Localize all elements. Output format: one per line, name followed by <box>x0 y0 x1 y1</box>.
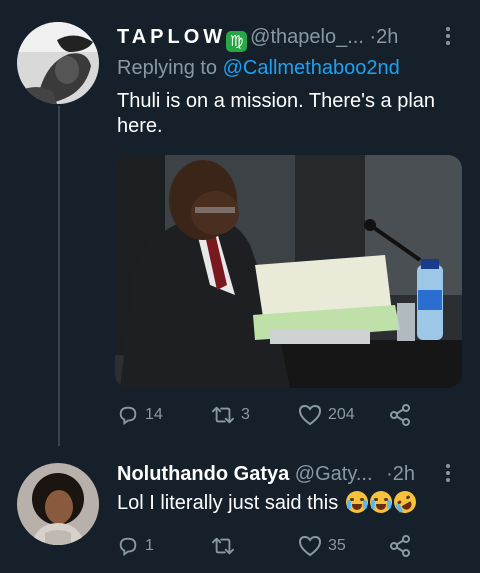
tweet-text-content: Lol I literally just said this <box>117 492 339 514</box>
retweet-button[interactable]: 3 <box>211 403 250 427</box>
retweet-icon <box>212 406 234 424</box>
like-count: 35 <box>328 537 346 554</box>
replying-prefix: Replying to <box>117 57 218 79</box>
handle[interactable]: @thapelo_... <box>250 26 364 48</box>
retweet-count: 3 <box>241 406 250 423</box>
reply-count: 14 <box>145 406 163 423</box>
reply-icon <box>119 537 137 557</box>
reply-icon <box>119 406 137 426</box>
tweet-text: Lol I literally just said this <box>117 486 457 518</box>
reply-button[interactable]: 14 <box>117 403 163 427</box>
thread-line <box>58 106 60 446</box>
tweet-text: Thuli is on a mission. There's a plan he… <box>117 90 436 137</box>
more-options-icon[interactable] <box>446 464 450 485</box>
handle[interactable]: @Gaty... <box>295 463 373 485</box>
tweet-actions: 1 35 <box>117 534 417 558</box>
tweet-1[interactable]: TAPLOW ♍ @thapelo_... ·2h Replying to @Cal… <box>0 0 480 452</box>
retweet-button[interactable] <box>211 534 241 558</box>
timestamp[interactable]: 2h <box>393 463 415 485</box>
tweet-photo[interactable] <box>115 155 462 388</box>
timestamp[interactable]: 2h <box>376 26 398 48</box>
like-count: 204 <box>328 406 355 423</box>
heart-icon <box>298 535 322 557</box>
reply-mention-link[interactable]: @Callmethaboo2nd <box>223 57 400 79</box>
loudly-crying-face-icon <box>345 491 368 513</box>
like-button[interactable]: 204 <box>298 403 355 427</box>
rolling-on-floor-laughing-icon <box>389 486 420 518</box>
share-button[interactable] <box>388 403 412 427</box>
avatar-noluthando[interactable] <box>17 463 99 545</box>
reply-button[interactable]: 1 <box>117 534 154 558</box>
tweet-2[interactable]: Noluthando Gatya @Gaty... ·2h Lol I lite… <box>0 452 480 573</box>
share-icon <box>390 404 410 426</box>
share-button[interactable] <box>388 534 412 558</box>
tweet-header: Noluthando Gatya @Gaty... ·2h <box>117 462 415 486</box>
separator: · <box>386 463 393 485</box>
display-name[interactable]: TAPLOW <box>117 26 226 48</box>
loudly-crying-face-icon <box>369 491 392 513</box>
zodiac-virgo-icon: ♍ <box>226 31 248 52</box>
tweet-actions: 14 3 204 <box>117 403 417 427</box>
replying-to: Replying to @Callmethaboo2nd <box>117 56 400 80</box>
reply-count: 1 <box>145 537 154 554</box>
display-name[interactable]: Noluthando Gatya <box>117 463 289 485</box>
share-icon <box>390 535 410 557</box>
retweet-icon <box>212 537 234 555</box>
like-button[interactable]: 35 <box>298 534 346 558</box>
heart-icon <box>298 404 322 426</box>
more-options-icon[interactable] <box>446 27 450 48</box>
tweet-header: TAPLOW ♍ @thapelo_... ·2h <box>117 25 398 52</box>
avatar-taplow[interactable] <box>17 22 99 104</box>
